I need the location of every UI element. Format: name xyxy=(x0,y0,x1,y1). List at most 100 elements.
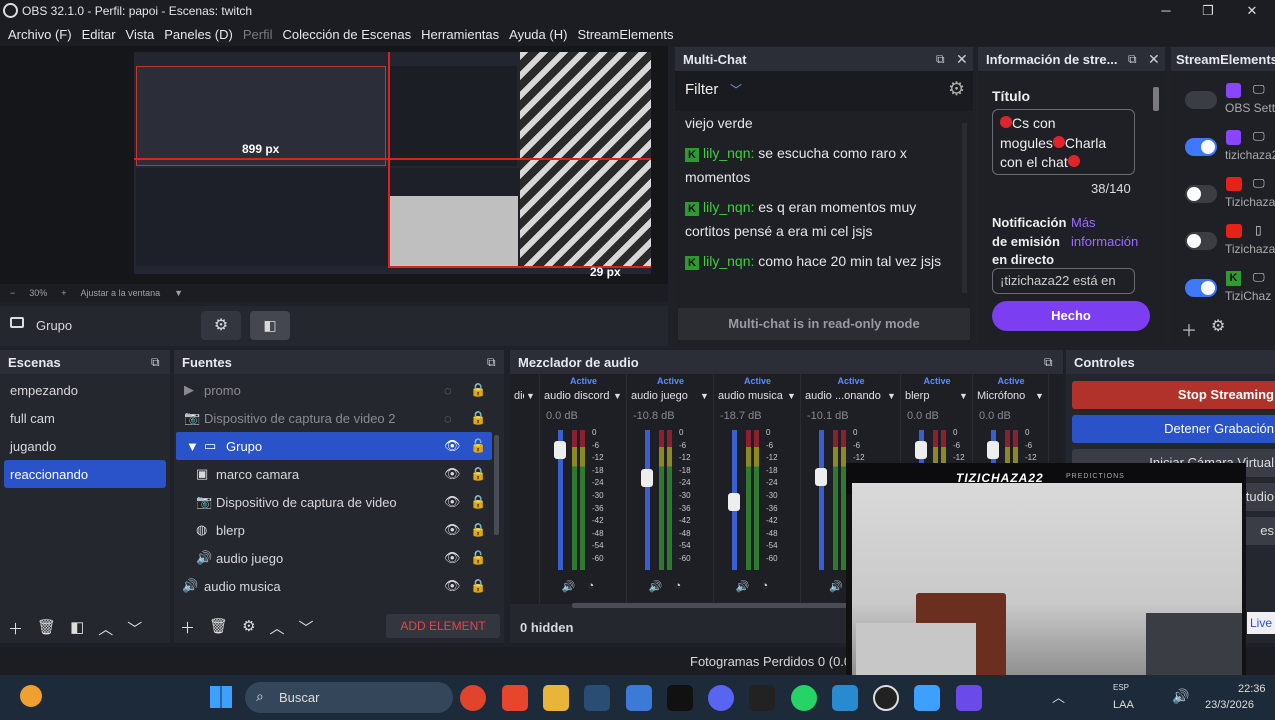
float-icon[interactable]: ⧉ xyxy=(487,355,496,370)
source-item[interactable]: ▶ promo ◌ 🔒 xyxy=(174,376,504,404)
volume-fader-knob[interactable] xyxy=(815,467,827,486)
channel-name[interactable]: audio musica xyxy=(718,390,785,402)
chevron-down-icon[interactable]: ▼ xyxy=(1035,391,1044,401)
trash-icon[interactable]: 🗑 xyxy=(209,617,228,638)
eye-icon[interactable]: 👁 xyxy=(444,494,461,510)
title-textarea[interactable]: Cs con mogules Charla con el chat xyxy=(992,109,1135,175)
speaker-icon[interactable]: 🔊 xyxy=(736,580,750,593)
eye-icon[interactable]: 👁 xyxy=(444,522,461,538)
add-icon[interactable]: ＋ xyxy=(8,618,23,639)
channel-name[interactable]: audio ...onando xyxy=(805,390,885,402)
headphones-icon[interactable]: ◔ xyxy=(588,580,595,592)
brave-icon[interactable] xyxy=(502,685,528,711)
layout-indicator[interactable]: LAA xyxy=(1113,699,1134,711)
eye-icon[interactable]: 👁 xyxy=(444,466,461,482)
lock-icon[interactable]: 🔓 xyxy=(470,550,486,566)
menu-ayuda[interactable]: Ayuda (H) xyxy=(509,27,567,42)
headphones-icon[interactable]: ◔ xyxy=(762,580,769,592)
move-up-icon[interactable]: ︿ xyxy=(270,617,285,638)
toggle-switch[interactable] xyxy=(1185,91,1217,109)
speaker-icon[interactable]: 🔊 xyxy=(649,580,663,593)
streamelements-icon[interactable] xyxy=(749,685,775,711)
source-item[interactable]: 📷 Dispositivo de captura de video 👁 🔒 xyxy=(174,488,504,516)
volume-fader-track[interactable] xyxy=(819,430,824,570)
source-item[interactable]: 🔊 audio musica 👁 🔒 xyxy=(174,572,504,600)
lock-icon[interactable]: 🔒 xyxy=(470,410,486,426)
chevron-down-icon[interactable]: ▼ xyxy=(887,391,896,401)
source-settings-button[interactable]: ⚙ xyxy=(201,311,241,340)
scene-item[interactable]: jugando xyxy=(0,432,170,460)
volume-fader-knob[interactable] xyxy=(915,441,927,460)
float-icon[interactable]: ⧉ xyxy=(936,52,945,67)
volume-fader-knob[interactable] xyxy=(641,469,653,488)
obs-icon[interactable] xyxy=(873,685,899,711)
source-item[interactable]: 🔊 audio juego 👁 🔓 xyxy=(174,544,504,572)
close-button[interactable]: ✕ xyxy=(1230,0,1274,22)
eye-hidden-icon[interactable]: ◌ xyxy=(444,383,452,398)
menu-archivo[interactable]: Archivo (F) xyxy=(8,27,72,42)
menu-herramientas[interactable]: Herramientas xyxy=(421,27,499,42)
volume-fader-knob[interactable] xyxy=(728,493,740,511)
chat-username[interactable]: lily_nqn: xyxy=(703,145,754,161)
streaminfo-scrollbar[interactable] xyxy=(1153,87,1159,111)
menu-streamelements[interactable]: StreamElements xyxy=(577,27,673,42)
chat-username[interactable]: lily_nqn: xyxy=(703,199,754,215)
preview-canvas[interactable]: 899 px 29 px − 30% + Ajustar a la ventan… xyxy=(0,46,668,302)
fit-window-button[interactable]: Ajustar a la ventana xyxy=(81,288,161,298)
lock-icon[interactable]: 🔓 xyxy=(470,438,486,454)
move-up-icon[interactable]: ︿ xyxy=(98,618,113,639)
stop-streaming-button[interactable]: Stop Streaming xyxy=(1072,381,1275,409)
maximize-button[interactable]: ❐ xyxy=(1186,0,1230,22)
discord-icon[interactable] xyxy=(708,685,734,711)
trash-icon[interactable]: 🗑 xyxy=(37,618,56,639)
toggle-switch[interactable] xyxy=(1185,138,1217,156)
language-indicator[interactable]: ESP xyxy=(1113,683,1129,692)
lock-icon[interactable]: 🔒 xyxy=(470,578,486,594)
eye-icon[interactable]: 👁 xyxy=(444,438,461,454)
menu-vista[interactable]: Vista xyxy=(126,27,155,42)
eye-icon[interactable]: 👁 xyxy=(444,578,461,594)
source-item[interactable]: ▼ ▭ Grupo 👁 🔓 xyxy=(176,432,492,460)
add-icon[interactable]: ＋ xyxy=(1181,317,1197,341)
toggle-switch[interactable] xyxy=(1185,232,1217,250)
weather-icon[interactable] xyxy=(20,685,42,707)
volume-fader-knob[interactable] xyxy=(554,441,566,460)
close-icon[interactable]: ✕ xyxy=(1148,51,1160,68)
scene-item[interactable]: reaccionando xyxy=(4,460,166,488)
toggle-switch[interactable] xyxy=(1185,279,1217,297)
chevron-down-icon[interactable]: ▼ xyxy=(174,288,183,298)
channel-name[interactable]: dio xyxy=(514,390,524,402)
menu-editar[interactable]: Editar xyxy=(82,27,116,42)
gear-icon[interactable]: ⚙ xyxy=(948,78,965,101)
mixer-scrollbar[interactable] xyxy=(572,603,852,608)
channel-name[interactable]: Micrófono xyxy=(977,390,1033,402)
chevron-up-icon[interactable]: ︿ xyxy=(1052,687,1065,706)
source-item[interactable]: ◍ blerp 👁 🔒 xyxy=(174,516,504,544)
done-button[interactable]: Hecho xyxy=(992,301,1150,331)
volume-fader-track[interactable] xyxy=(645,430,650,570)
scene-item[interactable]: empezando xyxy=(0,376,170,404)
speaker-icon[interactable]: 🔊 xyxy=(829,580,843,593)
menu-paneles[interactable]: Paneles (D) xyxy=(164,27,233,42)
stop-recording-button[interactable]: Detener Grabación xyxy=(1072,415,1275,443)
chevron-down-icon[interactable]: ﹀ xyxy=(730,81,742,98)
move-down-icon[interactable]: ﹀ xyxy=(127,618,142,639)
notification-input[interactable]: ¡tizichaza22 está en xyxy=(992,268,1135,294)
steam-icon[interactable] xyxy=(584,685,610,711)
window-icon[interactable] xyxy=(914,685,940,711)
chevron-down-icon[interactable]: ▼ xyxy=(959,391,968,401)
taskbar-search[interactable]: ⌕ Buscar xyxy=(245,682,453,713)
collapse-icon[interactable]: ▼ xyxy=(186,439,204,454)
app-icon[interactable] xyxy=(832,685,858,711)
chat-username[interactable]: lily_nqn: xyxy=(703,253,754,269)
source-filters-button[interactable]: ◧ xyxy=(250,311,290,340)
filter-dropdown[interactable]: Filter xyxy=(685,81,718,98)
folder-icon[interactable] xyxy=(543,685,569,711)
float-icon[interactable]: ⧉ xyxy=(1128,52,1137,67)
lock-icon[interactable]: 🔒 xyxy=(470,466,486,482)
chevron-down-icon[interactable]: ▼ xyxy=(700,391,709,401)
add-icon[interactable]: ＋ xyxy=(180,617,195,638)
gear-icon[interactable]: ⚙ xyxy=(242,617,255,638)
float-icon[interactable]: ⧉ xyxy=(151,355,160,370)
scene-item[interactable]: full cam xyxy=(0,404,170,432)
